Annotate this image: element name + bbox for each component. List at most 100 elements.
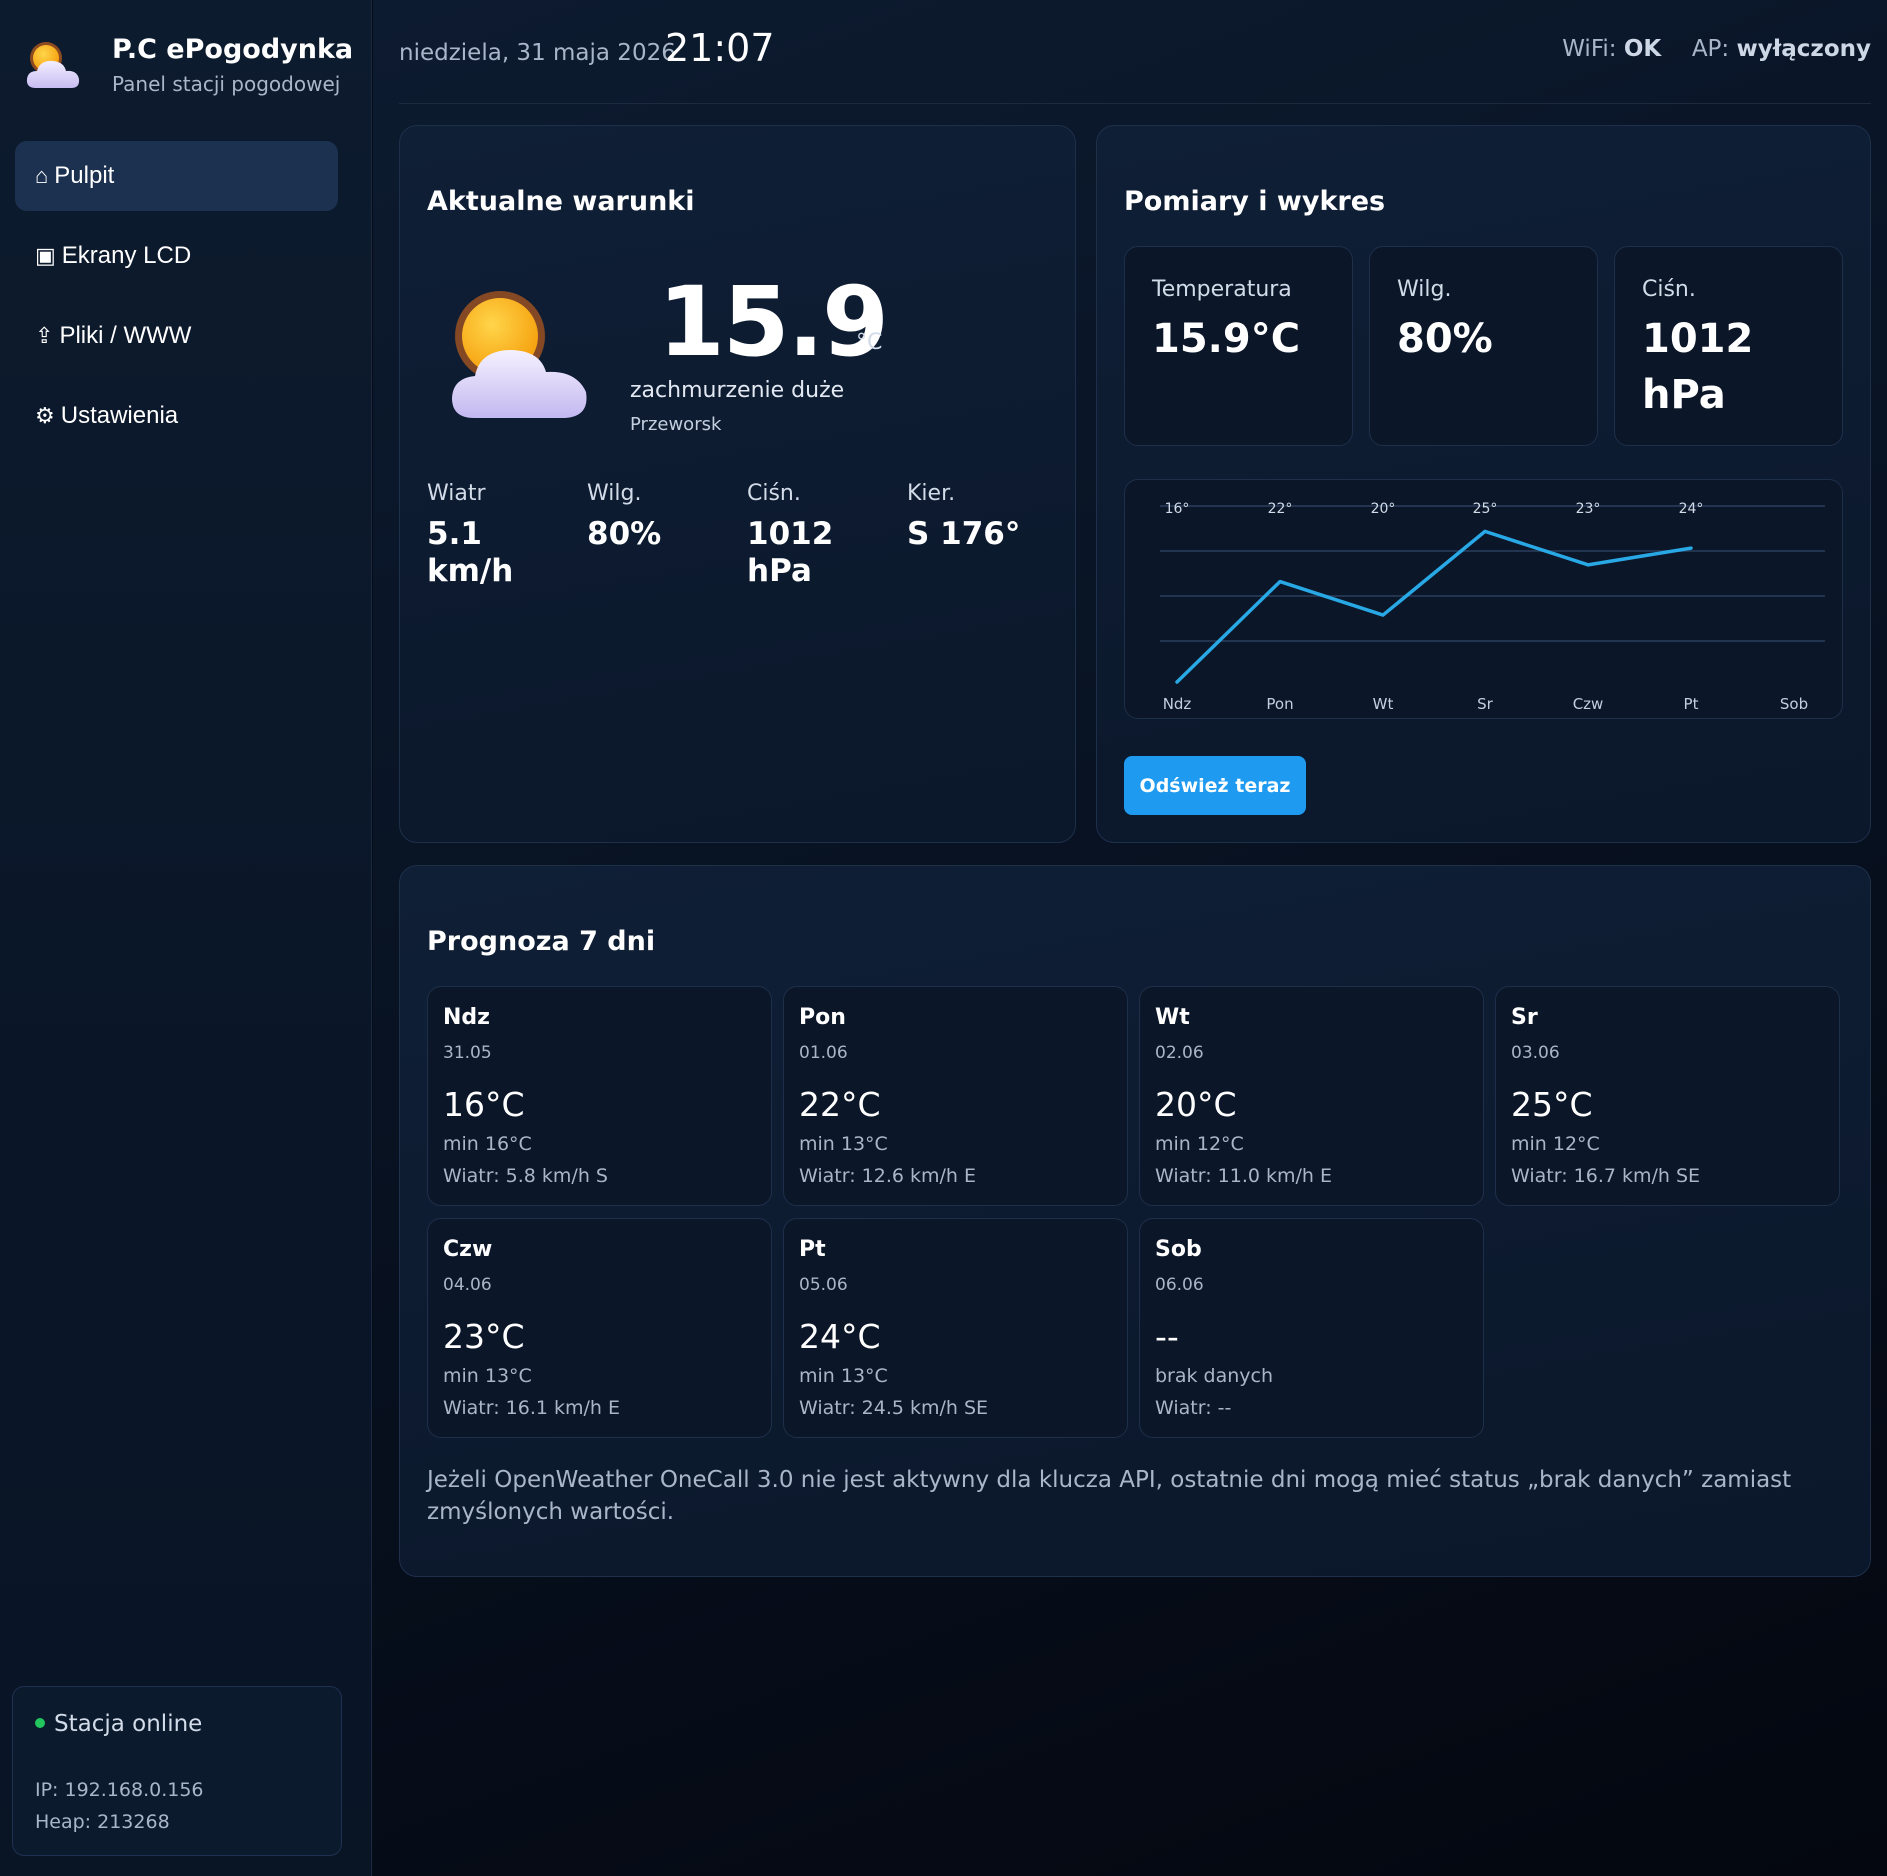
status-online-label: Stacja online — [54, 1711, 203, 1737]
forecast-note: Jeżeli OpenWeather OneCall 3.0 nie jest … — [427, 1467, 1792, 1526]
metric-value: 1012 hPa — [747, 516, 834, 590]
forecast-day-min: min 12°C — [1155, 1133, 1244, 1155]
metric-direction: Kier. S 176° — [907, 481, 1057, 553]
chart-value-label: 25° — [1473, 501, 1498, 517]
current-temperature: 15.9 — [658, 266, 889, 378]
sidebar-item-label: Ekrany LCD — [61, 242, 192, 269]
chart-category-label: Sob — [1780, 695, 1808, 713]
forecast-day-min: brak danych — [1155, 1365, 1274, 1387]
metric-humidity: Wilg. 80% — [587, 481, 737, 553]
forecast-day-min: min 13°C — [443, 1365, 532, 1387]
forecast-day-date: 05.06 — [799, 1275, 848, 1295]
forecast-day-min: min 16°C — [443, 1133, 532, 1155]
forecast-day-czw: Czw 04.06 23°C min 13°C Wiatr: 16.1 km/h… — [427, 1218, 772, 1438]
measure-temperature: Temperatura 15.9°C — [1124, 246, 1353, 446]
forecast-day-date: 06.06 — [1155, 1275, 1204, 1295]
forecast-day-wt: Wt 02.06 20°C min 12°C Wiatr: 11.0 km/h … — [1139, 986, 1484, 1206]
forecast-day-min: min 13°C — [799, 1365, 888, 1387]
forecast-day-temp: 24°C — [799, 1317, 881, 1356]
weather-description: zachmurzenie duże — [630, 378, 845, 403]
forecast-day-pt: Pt 05.06 24°C min 13°C Wiatr: 24.5 km/h … — [783, 1218, 1128, 1438]
chart-category-label: Sr — [1477, 695, 1494, 713]
forecast-day-ndz: Ndz 31.05 16°C min 16°C Wiatr: 5.8 km/h … — [427, 986, 772, 1206]
ap-value: wyłączony — [1736, 36, 1872, 62]
sidebar-item-ekrany-lcd[interactable]: ▣ Ekrany LCD — [15, 221, 338, 291]
forecast-day-name: Czw — [443, 1237, 493, 1262]
measure-label: Wilg. — [1397, 277, 1452, 302]
card-title: Aktualne warunki — [427, 186, 695, 217]
temperature-unit: °C — [856, 330, 883, 355]
app-title: P.C ePogodynka — [112, 34, 354, 65]
forecast-day-name: Ndz — [443, 1005, 490, 1030]
measure-label: Temperatura — [1152, 277, 1292, 302]
measure-value: 15.9°C — [1152, 316, 1301, 362]
sidebar-item-pliki-www[interactable]: ⇪ Pliki / WWW — [15, 301, 338, 371]
sidebar-item-ustawienia[interactable]: ⚙ Ustawienia — [15, 381, 338, 451]
status-dot-icon — [35, 1717, 45, 1728]
current-conditions-card: Aktualne warunki 15.9 °C zachmurzenie du… — [399, 125, 1076, 843]
forecast-day-temp: -- — [1155, 1317, 1179, 1356]
forecast-day-wind: Wiatr: 24.5 km/h SE — [799, 1397, 989, 1419]
forecast-day-min: min 13°C — [799, 1133, 888, 1155]
main-content: niedziela, 31 maja 2026 21:07 WiFi: OK A… — [373, 0, 1887, 1876]
forecast-day-name: Wt — [1155, 1005, 1190, 1030]
ap-label: AP: — [1691, 36, 1730, 62]
forecast-day-name: Sob — [1155, 1237, 1202, 1262]
metric-value: 80% — [587, 516, 662, 552]
chart-value-label: 24° — [1679, 501, 1704, 517]
measure-value: 80% — [1397, 316, 1493, 362]
metric-label: Wiatr — [427, 481, 486, 506]
chart-category-label: Pon — [1266, 695, 1293, 713]
forecast-day-pon: Pon 01.06 22°C min 13°C Wiatr: 12.6 km/h… — [783, 986, 1128, 1206]
chart-category-label: Czw — [1573, 695, 1604, 713]
home-icon: ⌂ — [35, 163, 49, 188]
forecast-day-wind: Wiatr: 12.6 km/h E — [799, 1165, 977, 1187]
app-subtitle: Panel stacji pogodowej — [112, 72, 341, 96]
forecast-day-sr: Sr 03.06 25°C min 12°C Wiatr: 16.7 km/h … — [1495, 986, 1840, 1206]
chart-category-label: Ndz — [1163, 695, 1192, 713]
connection-status: WiFi: OK AP: wyłączony — [1562, 36, 1871, 62]
card-title: Pomiary i wykres — [1124, 186, 1386, 217]
forecast-day-min: min 12°C — [1511, 1133, 1600, 1155]
status-ip: IP: 192.168.0.156 — [35, 1779, 204, 1801]
forecast-day-temp: 25°C — [1511, 1085, 1593, 1124]
current-date: niedziela, 31 maja 2026 — [399, 40, 676, 66]
chart-value-label: 16° — [1165, 501, 1190, 517]
forecast-day-date: 02.06 — [1155, 1043, 1204, 1063]
sidebar: P.C ePogodynka Panel stacji pogodowej ⌂ … — [0, 0, 372, 1876]
wifi-label: WiFi: — [1562, 36, 1617, 62]
metric-label: Ciśn. — [747, 481, 801, 506]
sidebar-item-label: Ustawienia — [60, 402, 179, 429]
measure-humidity: Wilg. 80% — [1369, 246, 1598, 446]
measurements-card: Pomiary i wykres Temperatura 15.9°C Wilg… — [1096, 125, 1871, 843]
forecast-day-date: 04.06 — [443, 1275, 492, 1295]
measure-value: 1012 hPa — [1642, 316, 1754, 418]
metric-value: 5.1 km/h — [427, 516, 514, 590]
sun-cloud-icon — [452, 291, 587, 418]
sun-cloud-icon — [26, 42, 80, 88]
sidebar-item-pulpit[interactable]: ⌂ Pulpit — [15, 141, 338, 211]
forecast-day-wind: Wiatr: 16.1 km/h E — [443, 1397, 621, 1419]
chart-category-label: Pt — [1684, 695, 1699, 713]
sidebar-nav: ⌂ Pulpit ▣ Ekrany LCD ⇪ Pliki / WWW ⚙ Us… — [15, 141, 338, 461]
forecast-day-wind: Wiatr: -- — [1155, 1397, 1232, 1419]
forecast-day-wind: Wiatr: 11.0 km/h E — [1155, 1165, 1333, 1187]
metric-pressure: Ciśn. 1012 hPa — [747, 481, 842, 590]
forecast-day-date: 03.06 — [1511, 1043, 1560, 1063]
metric-label: Kier. — [907, 481, 956, 506]
city-name: Przeworsk — [630, 414, 722, 435]
gear-icon: ⚙ — [35, 403, 55, 428]
station-status-card: Stacja online IP: 192.168.0.156 Heap: 21… — [12, 1686, 342, 1856]
refresh-button[interactable]: Odśwież teraz — [1124, 756, 1306, 815]
forecast-day-sob: Sob 06.06 -- brak danych Wiatr: -- — [1139, 1218, 1484, 1438]
brand: P.C ePogodynka Panel stacji pogodowej — [24, 32, 354, 102]
forecast-day-temp: 16°C — [443, 1085, 525, 1124]
temperature-chart: 16° 22° 20° 25° 23° 24° Ndz Pon Wt Sr Czw Pt Sob — [1124, 479, 1843, 719]
forecast-day-wind: Wiatr: 5.8 km/h S — [443, 1165, 608, 1187]
chart-value-label: 22° — [1268, 501, 1293, 517]
status-online: Stacja online — [35, 1711, 202, 1737]
measure-label: Ciśn. — [1642, 277, 1696, 302]
forecast-day-name: Pon — [799, 1005, 846, 1030]
upload-icon: ⇪ — [35, 323, 54, 348]
forecast-day-temp: 23°C — [443, 1317, 525, 1356]
